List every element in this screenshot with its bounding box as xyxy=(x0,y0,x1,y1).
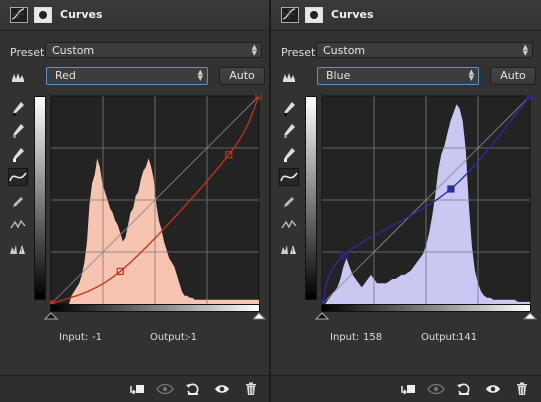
preset-value: Custom xyxy=(323,44,366,57)
input-value[interactable]: -1 xyxy=(92,332,102,343)
curve-edit-icon[interactable] xyxy=(279,168,299,186)
curves-adjustment-icon[interactable] xyxy=(10,7,28,23)
channel-dropdown[interactable]: Red ▲ ▼ xyxy=(46,67,208,85)
curve-control-point[interactable] xyxy=(447,185,455,193)
trash-icon[interactable] xyxy=(513,381,531,397)
input-label: Input: xyxy=(330,332,360,343)
preset-dropdown[interactable]: Custom ▲ ▼ xyxy=(316,42,533,58)
visibility-eye-icon[interactable] xyxy=(213,381,231,397)
input-value[interactable]: 158 xyxy=(363,332,382,343)
clip-to-layer-icon[interactable] xyxy=(128,381,146,397)
curves-panel: Curves Preset: Custom ▲ ▼ Blue ▲ ▼ Auto ! … xyxy=(271,0,541,402)
trash-icon[interactable] xyxy=(242,381,260,397)
svg-text:!: ! xyxy=(292,248,294,255)
output-value[interactable]: 141 xyxy=(458,332,477,343)
layer-mask-icon[interactable] xyxy=(34,7,52,23)
curve-editor[interactable] xyxy=(34,94,266,324)
output-label: Output: xyxy=(421,332,460,343)
black-eyedropper-icon[interactable] xyxy=(8,100,28,118)
svg-text:!: ! xyxy=(21,248,23,255)
preset-label: Preset: xyxy=(10,46,49,59)
channel-picker-icon[interactable] xyxy=(8,68,28,86)
white-eyedropper-icon[interactable] xyxy=(8,146,28,164)
dropdown-arrows-icon: ▲ ▼ xyxy=(197,68,203,82)
auto-button[interactable]: Auto xyxy=(219,67,265,85)
black-eyedropper-icon[interactable] xyxy=(279,100,299,118)
dropdown-arrows-icon: ▲ ▼ xyxy=(251,43,257,57)
panel-header: Curves xyxy=(0,0,269,31)
panel-footer xyxy=(0,375,269,402)
view-previous-icon[interactable] xyxy=(156,381,174,397)
output-gradient xyxy=(34,96,46,300)
clipping-warning-icon[interactable]: ! xyxy=(8,240,28,258)
curve-graph[interactable] xyxy=(321,94,533,306)
panel-header: Curves xyxy=(271,0,541,31)
curve-editor[interactable] xyxy=(305,94,537,324)
panel-divider xyxy=(269,0,271,402)
pencil-icon[interactable] xyxy=(279,193,299,211)
input-label: Input: xyxy=(59,332,89,343)
reset-icon[interactable] xyxy=(455,381,473,397)
dropdown-arrows-icon: ▲ ▼ xyxy=(468,68,474,82)
white-eyedropper-icon[interactable] xyxy=(279,146,299,164)
pencil-icon[interactable] xyxy=(8,193,28,211)
output-label: Output: xyxy=(150,332,189,343)
input-gradient xyxy=(321,304,531,312)
channel-dropdown[interactable]: Blue ▲ ▼ xyxy=(317,67,479,85)
black-point-slider[interactable] xyxy=(315,312,329,320)
panel-title: Curves xyxy=(331,8,374,21)
gray-eyedropper-icon[interactable] xyxy=(279,122,299,140)
curve-graph[interactable] xyxy=(50,94,262,306)
black-point-slider[interactable] xyxy=(44,312,58,320)
output-value[interactable]: -1 xyxy=(187,332,197,343)
clipping-warning-icon[interactable]: ! xyxy=(279,240,299,258)
panel-title: Curves xyxy=(60,8,103,21)
curve-edit-icon[interactable] xyxy=(8,168,28,186)
panel-footer xyxy=(271,375,541,402)
dropdown-arrows-icon: ▲ ▼ xyxy=(522,43,528,57)
white-point-slider[interactable] xyxy=(252,312,266,320)
channel-value: Blue xyxy=(326,69,351,82)
curves-panel: Curves Preset: Custom ▲ ▼ Red ▲ ▼ Auto ! I… xyxy=(0,0,269,402)
view-previous-icon[interactable] xyxy=(427,381,445,397)
auto-button[interactable]: Auto xyxy=(490,67,536,85)
preset-dropdown[interactable]: Custom ▲ ▼ xyxy=(45,42,262,58)
input-gradient xyxy=(50,304,260,312)
clip-to-layer-icon[interactable] xyxy=(399,381,417,397)
preset-label: Preset: xyxy=(281,46,320,59)
preset-value: Custom xyxy=(52,44,95,57)
channel-value: Red xyxy=(55,69,76,82)
layer-mask-icon[interactable] xyxy=(305,7,323,23)
curves-adjustment-icon[interactable] xyxy=(281,7,299,23)
smooth-icon[interactable] xyxy=(8,216,28,234)
visibility-eye-icon[interactable] xyxy=(484,381,502,397)
gray-eyedropper-icon[interactable] xyxy=(8,122,28,140)
output-gradient xyxy=(305,96,317,300)
channel-picker-icon[interactable] xyxy=(279,68,299,86)
smooth-icon[interactable] xyxy=(279,216,299,234)
white-point-slider[interactable] xyxy=(523,312,537,320)
reset-icon[interactable] xyxy=(184,381,202,397)
